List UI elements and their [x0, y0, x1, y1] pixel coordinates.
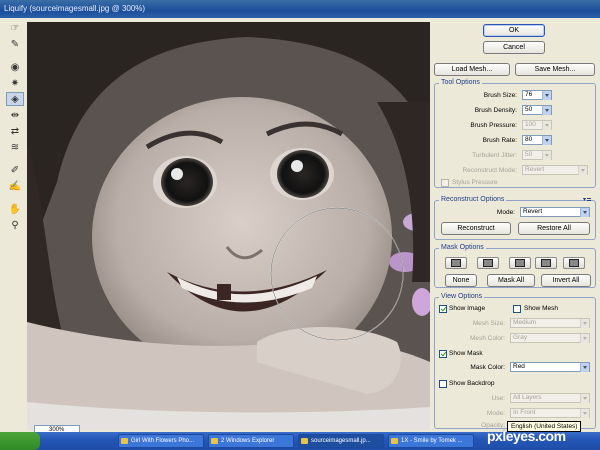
- watermark: pxleyes.com: [487, 428, 566, 444]
- taskbar-item-browser[interactable]: Girl With Flowers Pho...: [118, 434, 204, 448]
- restore-all-button[interactable]: Restore All: [518, 222, 590, 235]
- chevron-down-icon: [580, 394, 589, 403]
- panel-menu-icon[interactable]: [582, 197, 592, 203]
- cancel-button[interactable]: Cancel: [483, 41, 545, 54]
- show-backdrop-checkbox[interactable]: [439, 380, 447, 388]
- chevron-down-icon: [578, 166, 587, 175]
- folder-icon: [211, 438, 218, 444]
- load-mesh-button[interactable]: Load Mesh...: [434, 63, 510, 76]
- show-mask-checkbox[interactable]: [439, 350, 447, 358]
- twirl-icon[interactable]: ◉: [6, 60, 24, 74]
- mode-label: Mode:: [486, 410, 505, 417]
- show-image-label: Show Image: [449, 305, 486, 312]
- options-panel: OK Cancel Load Mesh... Save Mesh... Tool…: [431, 20, 600, 432]
- show-mesh-label: Show Mesh: [524, 305, 558, 312]
- mesh-color-select: Gray: [510, 333, 590, 343]
- firefox-icon: [391, 438, 398, 444]
- liquify-window: Liquify (sourceimagesmall.jpg @ 300%) ☞ …: [0, 0, 600, 432]
- mask-color-label: Mask Color:: [470, 364, 505, 371]
- preview-canvas[interactable]: [27, 22, 430, 430]
- hand-icon[interactable]: ✋: [6, 202, 24, 216]
- mask-all-button[interactable]: Mask All: [487, 274, 535, 287]
- view-options-title: View Options: [439, 293, 485, 300]
- view-options-group: View Options Show Image Show Mesh Mesh S…: [434, 293, 596, 429]
- brush-density-label: Brush Density:: [474, 107, 517, 114]
- invert-all-button[interactable]: Invert All: [541, 274, 591, 287]
- stylus-pressure-checkbox: [441, 179, 449, 187]
- taskbar-item-explorer[interactable]: 2 Windows Explorer: [208, 434, 294, 448]
- show-backdrop-label: Show Backdrop: [449, 380, 495, 387]
- chevron-down-icon[interactable]: [542, 91, 551, 100]
- taskbar-item-photoshop[interactable]: sourceimagesmall.jp...: [298, 434, 384, 448]
- show-image-checkbox[interactable]: [439, 305, 447, 313]
- chevron-down-icon[interactable]: [542, 136, 551, 145]
- add-to-selection-icon[interactable]: [477, 257, 499, 269]
- mesh-size-select: Medium: [510, 318, 590, 328]
- stylus-pressure-label: Stylus Pressure: [452, 179, 498, 186]
- show-mask-label: Show Mask: [449, 350, 483, 357]
- use-select: All Layers: [510, 393, 590, 403]
- chevron-down-icon: [580, 334, 589, 343]
- chevron-down-icon: [580, 319, 589, 328]
- mask-none-button[interactable]: None: [445, 274, 477, 287]
- brush-density-field[interactable]: 50: [522, 105, 552, 115]
- mode-select: In Front: [510, 408, 590, 418]
- brush-pressure-label: Brush Pressure:: [470, 122, 517, 129]
- invert-selection-icon[interactable]: [563, 257, 585, 269]
- reconstruct-mode-dropdown[interactable]: Revert: [520, 207, 590, 217]
- mesh-size-label: Mesh Size:: [472, 320, 505, 327]
- photo-preview: [27, 22, 430, 430]
- tool-options-group: Tool Options Brush Size: 76 Brush Densit…: [434, 79, 596, 188]
- turbulence-icon[interactable]: ≋: [6, 140, 24, 154]
- reconstruct-mode-label: Reconstruct Mode:: [462, 167, 517, 174]
- reconstruct-options-title: Reconstruct Options: [439, 196, 507, 203]
- chevron-down-icon: [580, 409, 589, 418]
- bloat-icon[interactable]: ◈: [6, 92, 24, 106]
- freeze-mask-icon[interactable]: ✐: [6, 163, 24, 177]
- push-left-icon[interactable]: ⇹: [6, 108, 24, 122]
- taskbar-item-firefox[interactable]: 1X - Smile by Tomek ...: [388, 434, 474, 448]
- ok-button[interactable]: OK: [483, 24, 545, 37]
- start-button[interactable]: [0, 432, 40, 450]
- mask-color-select[interactable]: Red: [510, 362, 590, 372]
- replace-selection-icon[interactable]: [445, 257, 467, 269]
- warp-icon[interactable]: ☞: [6, 21, 24, 35]
- tool-options-title: Tool Options: [439, 79, 482, 86]
- chevron-down-icon[interactable]: [580, 363, 589, 372]
- chevron-down-icon[interactable]: [542, 106, 551, 115]
- pucker-icon[interactable]: ✷: [6, 76, 24, 90]
- brush-pressure-field: 100: [522, 120, 552, 130]
- mesh-color-label: Mesh Color:: [469, 335, 505, 342]
- use-label: Use:: [491, 395, 505, 402]
- show-mesh-checkbox[interactable]: [513, 305, 521, 313]
- window-title: Liquify (sourceimagesmall.jpg @ 300%): [0, 0, 600, 18]
- save-mesh-button[interactable]: Save Mesh...: [515, 63, 595, 76]
- zoom-icon[interactable]: ⚲: [6, 218, 24, 232]
- photoshop-icon: [301, 438, 308, 444]
- tool-palette: ☞ ✎ ◉ ✷ ◈ ⇹ ⇄ ≋ ✐ ✍ ✋ ⚲: [4, 20, 26, 430]
- reconstruct-mode-select: Revert: [522, 165, 588, 175]
- chevron-down-icon: [542, 151, 551, 160]
- mirror-icon[interactable]: ⇄: [6, 124, 24, 138]
- intersect-selection-icon[interactable]: [535, 257, 557, 269]
- mask-options-group: Mask Options None Mask All Invert All: [434, 244, 596, 288]
- mask-options-title: Mask Options: [439, 244, 486, 251]
- turbulent-jitter-label: Turbulent Jitter:: [472, 152, 517, 159]
- subtract-from-selection-icon[interactable]: [509, 257, 531, 269]
- reconstruct-mode-label: Mode:: [496, 209, 515, 216]
- browser-icon: [121, 438, 128, 444]
- brush-size-field[interactable]: 76: [522, 90, 552, 100]
- reconstruct-button[interactable]: Reconstruct: [441, 222, 511, 235]
- brush-rate-label: Brush Rate:: [482, 137, 517, 144]
- chevron-down-icon: [542, 121, 551, 130]
- thaw-mask-icon[interactable]: ✍: [6, 179, 24, 193]
- reconstruct-icon[interactable]: ✎: [6, 37, 24, 51]
- brush-rate-field[interactable]: 80: [522, 135, 552, 145]
- turbulent-jitter-field: 50: [522, 150, 552, 160]
- chevron-down-icon[interactable]: [580, 208, 589, 217]
- reconstruct-options-group: Reconstruct Options Mode: Revert Reconst…: [434, 196, 596, 240]
- brush-size-label: Brush Size:: [483, 92, 517, 99]
